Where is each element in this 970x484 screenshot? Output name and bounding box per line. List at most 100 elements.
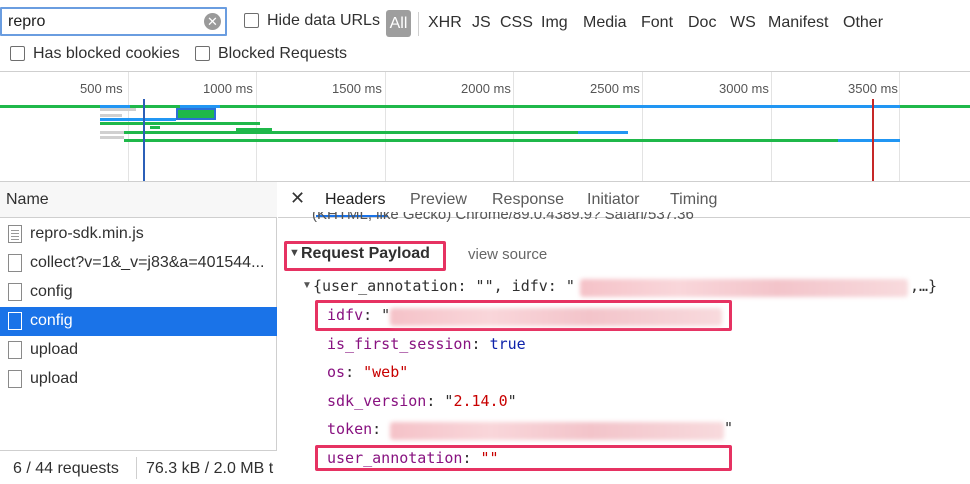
type-filter-css[interactable]: CSS [500,14,533,32]
load-marker [872,99,874,181]
name-column-header[interactable]: Name [0,182,277,218]
tab-preview[interactable]: Preview [410,191,467,209]
timeline-bar [130,105,180,108]
field-key: sdk_version [327,392,427,410]
timeline-bar [100,136,124,139]
gridline [642,72,643,181]
tab-initiator[interactable]: Initiator [587,191,639,209]
type-filter-font[interactable]: Font [641,14,673,32]
timeline-bar [220,105,620,108]
blocked-requests-checkbox[interactable] [195,46,210,61]
timeline-bar [578,131,628,134]
blocked-requests-label: Blocked Requests [218,45,347,62]
file-icon [8,283,22,301]
redacted-value [390,308,722,326]
request-details-panel: ✕ Headers Preview Response Initiator Tim… [278,182,970,484]
tick-label: 1500 ms [332,81,382,96]
request-row[interactable]: upload [0,365,277,394]
field-value: 2.14.0 [453,392,508,410]
timeline-bar [0,105,100,108]
quote-mark: " [724,419,734,437]
request-name: config [30,283,73,300]
request-count: 6 / 44 requests [13,460,119,477]
type-filter-doc[interactable]: Doc [688,14,716,32]
field-row-is-first-session: is_first_session: true [327,335,526,353]
type-filter-all[interactable]: All [386,10,411,37]
type-filter-manifest[interactable]: Manifest [768,14,828,32]
gridline [128,72,129,181]
field-row-user-annotation: user_annotation: "" [327,449,499,467]
name-header-label: Name [6,191,49,208]
tab-timing[interactable]: Timing [670,191,717,209]
hide-data-urls-checkbox[interactable] [244,13,259,28]
payload-summary-suffix: ,…} [910,277,938,295]
timeline-bar [124,139,838,142]
field-key: idfv [327,306,364,324]
tick-label: 1000 ms [203,81,253,96]
divider [418,12,419,36]
request-row-selected[interactable]: config [0,307,277,336]
type-filter-ws[interactable]: WS [730,14,756,32]
timeline-bar [100,131,124,134]
hide-data-urls-label: Hide data URLs [267,12,380,29]
field-key: is_first_session [327,335,472,353]
timeline-request-block [176,108,216,120]
timeline-bar [100,108,136,111]
field-row-sdk-version: sdk_version: "2.14.0" [327,392,517,410]
has-blocked-cookies-label: Has blocked cookies [33,45,180,62]
collapse-triangle-icon[interactable]: ▼ [302,280,312,291]
field-value: true [489,335,526,353]
tab-response[interactable]: Response [492,191,564,209]
filter-bar: ✕ Hide data URLs All XHR JS CSS Img Medi… [0,0,970,72]
request-row[interactable]: collect?v=1&_v=j83&a=401544... [0,249,277,278]
field-row-token: token: [327,420,391,438]
type-filter-js[interactable]: JS [472,14,491,32]
timeline-bar [100,118,176,121]
request-name: repro-sdk.min.js [30,225,144,242]
field-row-os: os: "web" [327,363,409,381]
view-source-link[interactable]: view source [468,246,547,263]
redacted-value [580,279,908,297]
field-row-idfv: idfv: " [327,306,391,324]
tab-headers[interactable]: Headers [325,191,385,209]
search-input[interactable] [8,11,198,33]
type-filter-other[interactable]: Other [843,14,883,32]
request-row[interactable]: config [0,278,277,307]
timeline-overview[interactable]: 500 ms 1000 ms 1500 ms 2000 ms 2500 ms 3… [0,72,970,182]
file-icon [8,370,22,388]
request-name: collect?v=1&_v=j83&a=401544... [30,254,265,271]
search-box[interactable]: ✕ [0,7,227,36]
field-value: "web" [363,363,409,381]
gridline [513,72,514,181]
field-key: token [327,420,373,438]
timeline-bar [124,131,578,134]
payload-title[interactable]: Request Payload [301,245,430,263]
field-value: "" [480,449,499,467]
file-icon [8,254,22,272]
payload-summary: {user_annotation: "", idfv: " [313,277,575,295]
timeline-bar [100,114,122,117]
expand-triangle-icon[interactable]: ▼ [289,247,300,259]
request-row[interactable]: upload [0,336,277,365]
gridline [899,72,900,181]
tick-label: 2000 ms [461,81,511,96]
request-name: upload [30,341,79,358]
clear-search-icon[interactable]: ✕ [204,13,221,30]
timeline-bar [620,105,900,108]
status-bar: 6 / 44 requests 76.3 kB / 2.0 MB t [0,450,277,484]
gridline [385,72,386,181]
type-filter-media[interactable]: Media [583,14,627,32]
file-icon [8,341,22,359]
tick-label: 3500 ms [848,81,898,96]
dom-content-loaded-marker [143,99,145,181]
gridline [771,72,772,181]
type-filter-img[interactable]: Img [541,14,568,32]
field-key: user_annotation [327,449,463,467]
request-row[interactable]: repro-sdk.min.js [0,220,277,249]
divider [136,457,137,479]
tick-label: 2500 ms [590,81,640,96]
type-filter-xhr[interactable]: XHR [428,14,462,32]
file-icon [8,312,22,330]
has-blocked-cookies-checkbox[interactable] [10,46,25,61]
close-icon[interactable]: ✕ [290,188,305,209]
